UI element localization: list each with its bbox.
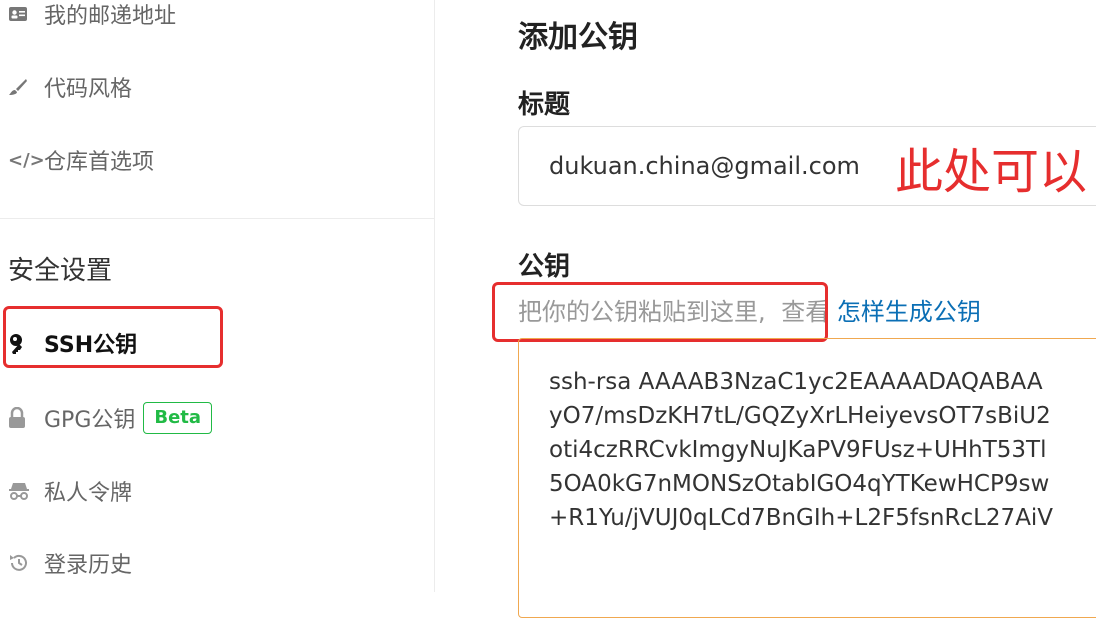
sidebar-item-gpg-keys[interactable]: GPG公钥 Beta — [8, 400, 213, 436]
sidebar-item-label: SSH公钥 — [44, 333, 138, 358]
history-icon — [8, 552, 36, 574]
sidebar-item-personal-tokens[interactable]: 私人令牌 — [8, 473, 132, 509]
sidebar-item-label: 代码风格 — [44, 77, 133, 102]
sidebar-item-label: 我的邮递地址 — [44, 4, 177, 29]
code-icon: </> — [8, 149, 45, 171]
beta-badge: Beta — [143, 402, 213, 434]
sidebar-item-label: GPG公钥 — [44, 408, 136, 433]
key-hint-view: 查看 — [781, 298, 830, 326]
page-title: 添加公钥 — [518, 20, 638, 55]
brush-icon — [8, 77, 36, 97]
incognito-icon — [8, 481, 36, 501]
sidebar-item-label: 私人令牌 — [44, 481, 133, 506]
key-icon — [8, 331, 36, 355]
sidebar-item-repo-preferences[interactable]: </> 仓库首选项 — [8, 142, 154, 178]
security-section-title: 安全设置 — [8, 256, 113, 286]
sidebar-item-code-style[interactable]: 代码风格 — [8, 69, 132, 105]
settings-sidebar: 我的邮递地址 代码风格 </> 仓库首选项 安全设置 SSH公钥 GPG公钥 B… — [0, 0, 435, 592]
title-field-label: 标题 — [518, 90, 571, 120]
key-hint-text: 把你的公钥粘贴到这里, — [518, 298, 766, 326]
address-card-icon — [8, 6, 36, 22]
title-input-value: dukuan.china@gmail.com — [549, 152, 860, 180]
sidebar-item-login-history[interactable]: 登录历史 — [8, 545, 132, 581]
sidebar-item-address[interactable]: 我的邮递地址 — [8, 0, 176, 32]
key-field-label: 公钥 — [518, 252, 571, 282]
sidebar-item-label: 登录历史 — [44, 553, 133, 578]
red-annotation-text: 此处可以 — [895, 144, 1088, 200]
sidebar-item-label: 仓库首选项 — [44, 150, 155, 175]
sidebar-item-ssh-keys[interactable]: SSH公钥 — [8, 325, 137, 361]
sidebar-divider — [0, 218, 434, 219]
key-hint: 把你的公钥粘贴到这里, 查看 怎样生成公钥 — [518, 292, 981, 327]
how-to-generate-key-link[interactable]: 怎样生成公钥 — [837, 298, 981, 326]
public-key-textarea[interactable]: ssh-rsa AAAAB3NzaC1yc2EAAAADAQABAA yO7/m… — [518, 338, 1096, 618]
lock-icon — [8, 407, 36, 429]
